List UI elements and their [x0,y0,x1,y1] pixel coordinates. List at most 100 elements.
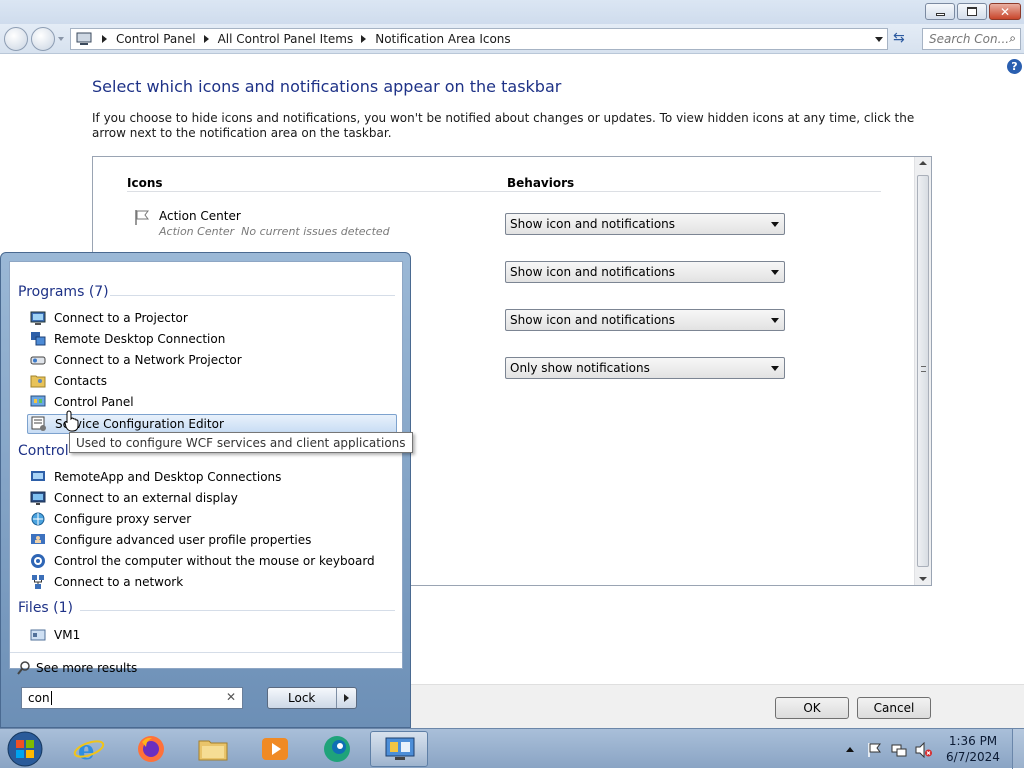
explorer-folder-icon[interactable] [196,733,230,765]
lock-button[interactable]: Lock [267,687,357,709]
result-label: Control the computer without the mouse o… [54,554,375,568]
lock-label: Lock [288,691,316,705]
back-button[interactable] [4,27,28,51]
address-dropdown-icon[interactable] [875,37,883,42]
behavior-value: Only show notifications [510,361,650,375]
programs-header[interactable]: Programs (7) [18,284,109,300]
result-label: Configure proxy server [54,512,192,526]
svg-text:e: e [78,736,95,765]
network-tray-icon[interactable] [891,742,907,758]
control-panel-header[interactable]: Control [18,443,69,459]
row-detail-action-center: Action Center No current issues detected [159,225,390,238]
recent-pages-icon[interactable] [58,37,64,41]
result-connect-to-projector[interactable]: Connect to a Projector [27,308,397,328]
proxy-icon [31,512,45,526]
row-name-action-center: Action Center [159,209,241,223]
show-desktop-button[interactable] [1012,729,1024,769]
service-config-icon [31,416,46,431]
ok-button[interactable]: OK [775,697,849,719]
page-title: Select which icons and notifications app… [92,77,562,96]
show-hidden-icons-icon[interactable] [846,747,854,752]
behavior-dropdown-2[interactable]: Show icon and notifications [505,261,785,283]
result-label: RemoteApp and Desktop Connections [54,470,282,484]
result-user-profile[interactable]: Configure advanced user profile properti… [27,530,397,550]
taskbar: e 1:36 PM 6/7/2024 [0,728,1024,769]
breadcrumb-notification-area-icons[interactable]: Notification Area Icons [375,32,510,46]
search-input[interactable]: Search Con... ⌕ [922,28,1021,50]
files-header[interactable]: Files (1) [18,600,73,616]
result-label: Connect to a network [54,575,184,589]
result-service-configuration-editor[interactable]: Service Configuration Editor [27,414,397,434]
tooltip: Used to configure WCF services and clien… [69,432,413,453]
file-icon [30,629,46,641]
firefox-icon[interactable] [134,733,168,765]
scrollbar-thumb[interactable] [917,175,929,567]
result-contacts[interactable]: Contacts [27,371,397,391]
forward-button[interactable] [31,27,55,51]
close-button[interactable]: ✕ [989,3,1021,20]
search-icon: ⌕ [1009,31,1016,45]
internet-explorer-icon[interactable]: e [72,733,106,765]
vertical-scrollbar[interactable] [914,157,931,585]
result-remoteapp[interactable]: RemoteApp and Desktop Connections [27,467,397,487]
display-icon [30,491,46,505]
result-label: Remote Desktop Connection [54,332,226,346]
section-divider [80,610,395,611]
breadcrumb-separator-icon [102,35,107,43]
result-label: Connect to a Network Projector [54,353,242,367]
scroll-down-icon[interactable] [919,577,927,581]
cancel-button[interactable]: Cancel [857,697,931,719]
clear-search-icon[interactable]: ✕ [226,690,236,704]
control-panel-folder-icon [76,32,92,45]
behavior-dropdown-4[interactable]: Only show notifications [505,357,785,379]
edge-icon[interactable] [320,733,354,765]
refresh-icon[interactable]: ⇆ [893,30,905,46]
network-projector-icon [30,356,46,365]
result-network-projector[interactable]: Connect to a Network Projector [27,350,397,370]
breadcrumb[interactable]: Control Panel All Control Panel Items No… [70,28,888,50]
clock-date: 6/7/2024 [946,750,1000,764]
behavior-value: Show icon and notifications [510,313,676,327]
search-value: con [28,691,50,705]
system-clock[interactable]: 1:36 PM 6/7/2024 [940,733,1006,765]
result-control-panel[interactable]: Control Panel [27,392,397,412]
action-center-flag-icon[interactable] [866,742,882,758]
remote-desktop-icon [31,332,46,346]
result-label: Configure advanced user profile properti… [54,533,312,547]
result-proxy-server[interactable]: Configure proxy server [27,509,397,529]
result-label: VM1 [54,628,81,642]
ease-of-access-icon [31,554,45,568]
breadcrumb-control-panel[interactable]: Control Panel [116,32,196,46]
start-menu-footer: con ✕ Lock [9,671,403,721]
volume-muted-icon[interactable] [915,742,933,758]
power-options-arrow-icon[interactable] [344,694,349,702]
result-remote-desktop[interactable]: Remote Desktop Connection [27,329,397,349]
address-bar: Control Panel All Control Panel Items No… [0,24,1024,54]
media-player-icon[interactable] [258,733,292,765]
start-search-input[interactable]: con ✕ [21,687,243,709]
breadcrumb-all-items[interactable]: All Control Panel Items [218,32,354,46]
minimize-button[interactable] [925,3,955,20]
scroll-up-icon[interactable] [919,161,927,165]
help-icon[interactable]: ? [1007,59,1022,74]
result-connect-to-network[interactable]: Connect to a network [27,572,397,592]
control-panel-taskbar-icon [385,737,415,760]
restore-button[interactable] [957,3,987,20]
result-label: Control Panel [54,395,134,409]
start-menu: Programs (7) Connect to a Projector Remo… [0,252,411,728]
result-ease-of-access[interactable]: Control the computer without the mouse o… [27,551,397,571]
dropdown-arrow-icon [771,366,779,371]
result-external-display[interactable]: Connect to an external display [27,488,397,508]
projector-icon [30,311,46,325]
behavior-dropdown-1[interactable]: Show icon and notifications [505,213,785,235]
active-window-button[interactable] [370,731,428,767]
page-description: If you choose to hide icons and notifica… [92,111,915,140]
remoteapp-icon [31,471,45,481]
behavior-dropdown-3[interactable]: Show icon and notifications [505,309,785,331]
close-icon: ✕ [999,4,1011,19]
power-options-divider [336,688,337,708]
start-orb-icon[interactable] [5,730,45,768]
result-vm1[interactable]: VM1 [27,625,397,645]
search-placeholder: Search Con... [929,32,1010,46]
behavior-value: Show icon and notifications [510,217,676,231]
